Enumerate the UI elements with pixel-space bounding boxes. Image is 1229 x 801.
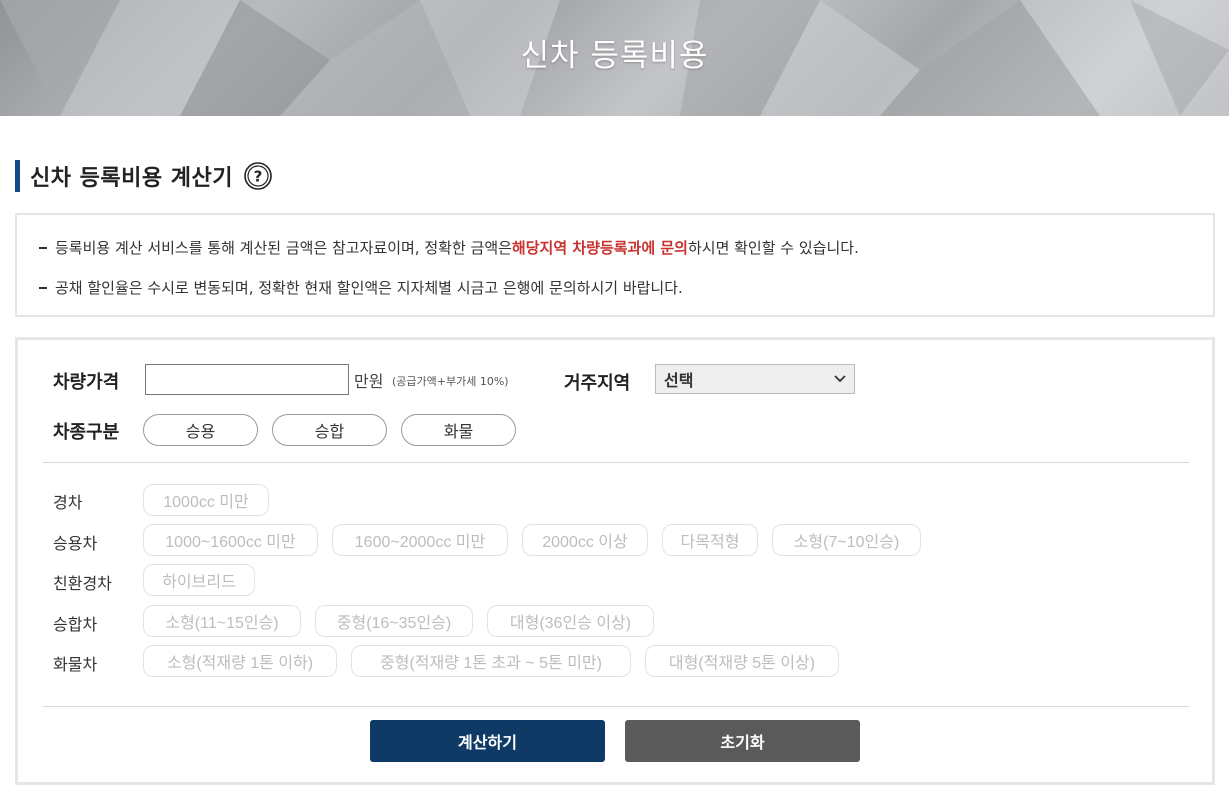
calculator-form: 차량가격 만원 (공급가액+부가세 10%) 거주지역 선택 차종구분 승용 승… — [15, 337, 1215, 785]
type-button-passenger[interactable]: 승용 — [143, 414, 258, 446]
option-compact-under-1000cc[interactable]: 1000cc 미만 — [143, 484, 269, 516]
category-label-van: 승합차 — [53, 615, 98, 634]
divider — [43, 462, 1189, 463]
region-select[interactable]: 선택 — [655, 364, 855, 394]
region-selected-value: 선택 — [664, 371, 694, 390]
divider — [43, 706, 1189, 707]
price-note: (공급가액+부가세 10%) — [392, 375, 509, 388]
notice-highlight: 해당지역 차량등록과에 문의 — [511, 239, 688, 257]
option-van-small[interactable]: 소형(11~15인승) — [143, 605, 301, 637]
option-van-medium[interactable]: 중형(16~35인승) — [315, 605, 473, 637]
notice-line-2: 공채 할인율은 수시로 변동되며, 정확한 현재 할인액은 지자체별 시금고 은… — [39, 277, 683, 298]
option-passenger-multipurpose[interactable]: 다목적형 — [662, 524, 758, 556]
question-circle-icon[interactable]: ? — [243, 161, 273, 191]
section-title: 신차 등록비용 계산기 ? — [15, 160, 273, 192]
vehicle-type-label: 차종구분 — [53, 422, 120, 443]
type-button-van[interactable]: 승합 — [272, 414, 387, 446]
type-button-truck[interactable]: 화물 — [401, 414, 516, 446]
option-truck-small[interactable]: 소형(적재량 1톤 이하) — [143, 645, 337, 677]
option-eco-hybrid[interactable]: 하이브리드 — [143, 564, 255, 596]
category-label-truck: 화물차 — [53, 655, 98, 674]
calculate-button[interactable]: 계산하기 — [370, 720, 605, 762]
banner-title: 신차 등록비용 — [520, 38, 709, 74]
option-van-large[interactable]: 대형(36인승 이상) — [487, 605, 654, 637]
option-passenger-1000-1600[interactable]: 1000~1600cc 미만 — [143, 524, 318, 556]
option-passenger-small-7-10[interactable]: 소형(7~10인승) — [772, 524, 921, 556]
option-passenger-over-2000[interactable]: 2000cc 이상 — [522, 524, 648, 556]
notice-line-1: 등록비용 계산 서비스를 통해 계산된 금액은 참고자료이며, 정확한 금액은 … — [39, 237, 859, 258]
reset-button[interactable]: 초기화 — [625, 720, 860, 762]
calculator-title: 신차 등록비용 계산기 — [30, 166, 233, 191]
category-label-compact: 경차 — [53, 493, 83, 512]
dash-icon — [39, 286, 47, 289]
price-label: 차량가격 — [53, 372, 120, 393]
dash-icon — [39, 246, 47, 249]
category-label-passenger: 승용차 — [53, 534, 98, 553]
category-label-eco: 친환경차 — [53, 574, 112, 593]
price-unit: 만원 — [354, 372, 384, 391]
page-banner: 신차 등록비용 — [0, 0, 1229, 116]
svg-text:?: ? — [254, 168, 263, 186]
option-truck-large[interactable]: 대형(적재량 5톤 이상) — [645, 645, 839, 677]
notice-box: 등록비용 계산 서비스를 통해 계산된 금액은 참고자료이며, 정확한 금액은 … — [15, 213, 1215, 317]
chevron-down-icon — [834, 375, 846, 383]
region-label: 거주지역 — [564, 373, 631, 394]
option-truck-medium[interactable]: 중형(적재량 1톤 초과 ~ 5톤 미만) — [351, 645, 631, 677]
option-passenger-1600-2000[interactable]: 1600~2000cc 미만 — [332, 524, 508, 556]
price-input[interactable] — [145, 364, 349, 395]
